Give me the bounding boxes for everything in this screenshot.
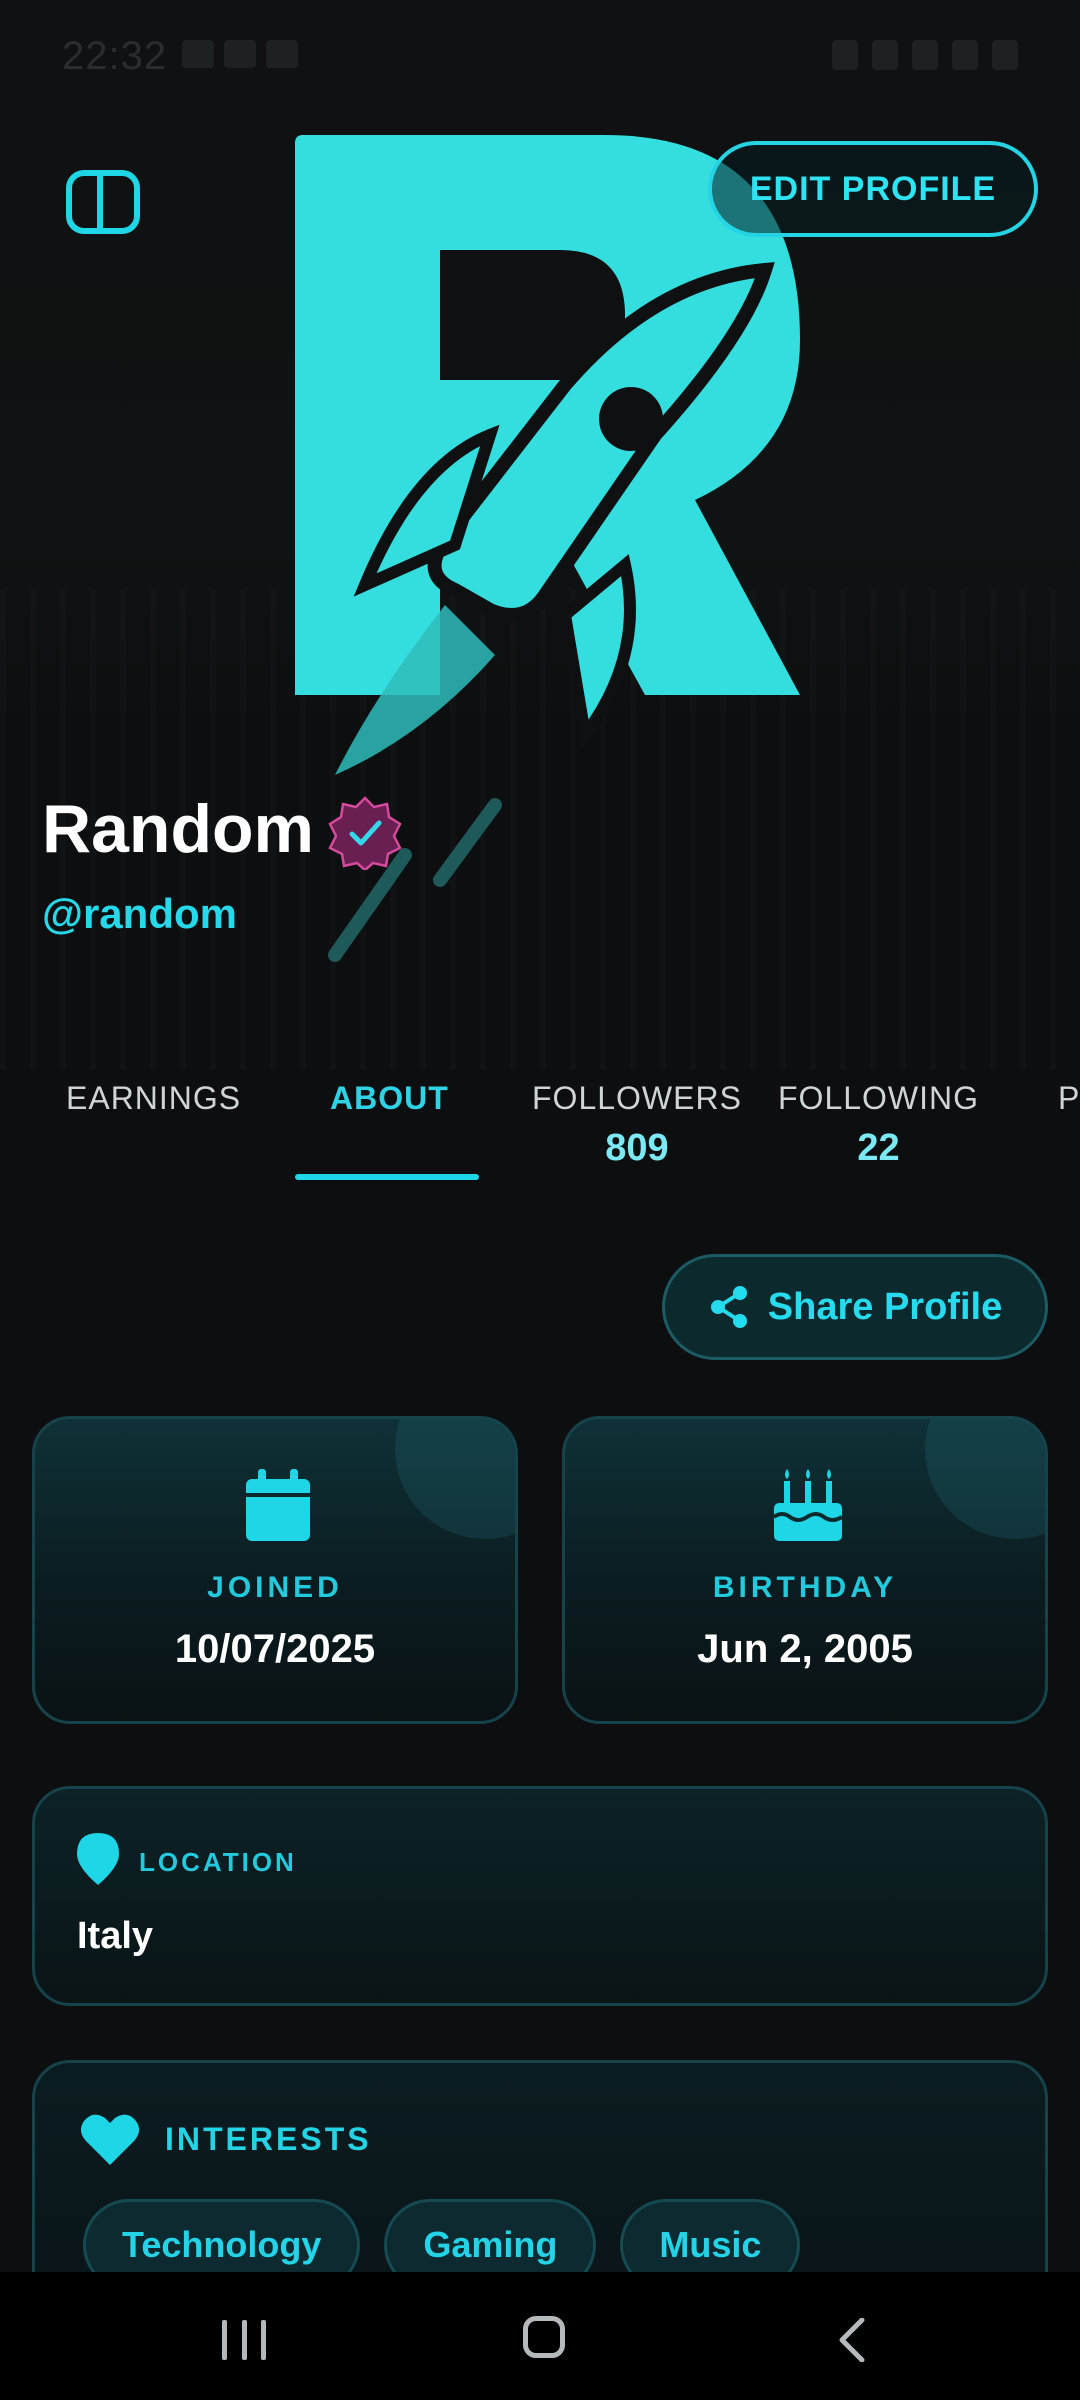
interests-label: INTERESTS	[165, 2121, 372, 2157]
active-tab-indicator	[295, 1174, 479, 1180]
following-count: 22	[857, 1127, 900, 1169]
tab-label: FOLLOWERS	[532, 1080, 742, 1116]
location-card: LOCATION Italy	[32, 1786, 1048, 2006]
verified-badge-icon	[328, 796, 402, 870]
profile-tabs: EARNINGS ABOUT FOLLOWERS 809 FOLLOWING 2…	[0, 1040, 1080, 1190]
birthday-cake-icon	[772, 1469, 844, 1541]
recents-bar	[222, 2320, 227, 2360]
wifi-icon	[912, 40, 938, 70]
gallery-notification-icon	[224, 40, 256, 68]
system-icons	[832, 40, 1018, 70]
tab-label: ABOUT	[330, 1080, 449, 1116]
card-decoration	[925, 1419, 1045, 1539]
tab-label: EARNINGS	[66, 1080, 242, 1116]
mute-icon	[872, 40, 898, 70]
profile-name: Random	[42, 791, 314, 867]
birthday-card: BIRTHDAY Jun 2, 2005	[562, 1416, 1048, 1724]
joined-card: JOINED 10/07/2025	[32, 1416, 518, 1724]
tab-following[interactable]: FOLLOWING 22	[778, 1080, 979, 1170]
system-navigation-bar	[0, 2272, 1080, 2400]
map-pin-icon	[77, 1833, 119, 1885]
location-label: LOCATION	[139, 1847, 297, 1877]
tab-earnings[interactable]: EARNINGS	[66, 1080, 241, 1117]
share-icon	[710, 1286, 747, 1328]
joined-date: 10/07/2025	[174, 1627, 376, 1671]
recents-bar	[261, 2320, 266, 2360]
tab-partial[interactable]: P	[1058, 1080, 1080, 1117]
share-profile-label: Share Profile	[767, 1285, 1003, 1328]
signal-icon	[952, 40, 978, 70]
alarm-icon	[832, 40, 858, 70]
card-decoration	[395, 1419, 515, 1539]
tab-followers[interactable]: FOLLOWERS 809	[532, 1080, 742, 1170]
home-button[interactable]	[523, 2316, 565, 2358]
birthday-label: BIRTHDAY	[712, 1571, 898, 1604]
sidebar-toggle-button[interactable]	[66, 170, 140, 234]
youtube-notification-icon	[182, 40, 214, 68]
recents-bar	[241, 2320, 247, 2360]
battery-icon	[992, 40, 1018, 70]
followers-count: 809	[605, 1127, 669, 1169]
joined-label: JOINED	[207, 1571, 343, 1604]
tab-about[interactable]: ABOUT	[330, 1080, 449, 1117]
calendar-icon	[246, 1469, 310, 1541]
tab-label: FOLLOWING	[778, 1080, 980, 1116]
back-button[interactable]	[834, 2318, 870, 2362]
notification-icons	[182, 40, 298, 68]
share-profile-button[interactable]: Share Profile	[662, 1254, 1048, 1360]
birthday-date: Jun 2, 2005	[697, 1627, 913, 1671]
profile-handle: @random	[42, 890, 237, 937]
status-time: 22:32	[62, 34, 168, 78]
edit-profile-button[interactable]: EDIT PROFILE	[708, 141, 1038, 237]
app-notification-icon	[266, 40, 298, 68]
tab-label: P	[1058, 1080, 1080, 1116]
heart-icon	[81, 2114, 139, 2165]
status-bar: 22:32	[0, 0, 1080, 110]
recent-apps-button[interactable]	[222, 2320, 266, 2360]
location-value: Italy	[77, 1915, 154, 1957]
